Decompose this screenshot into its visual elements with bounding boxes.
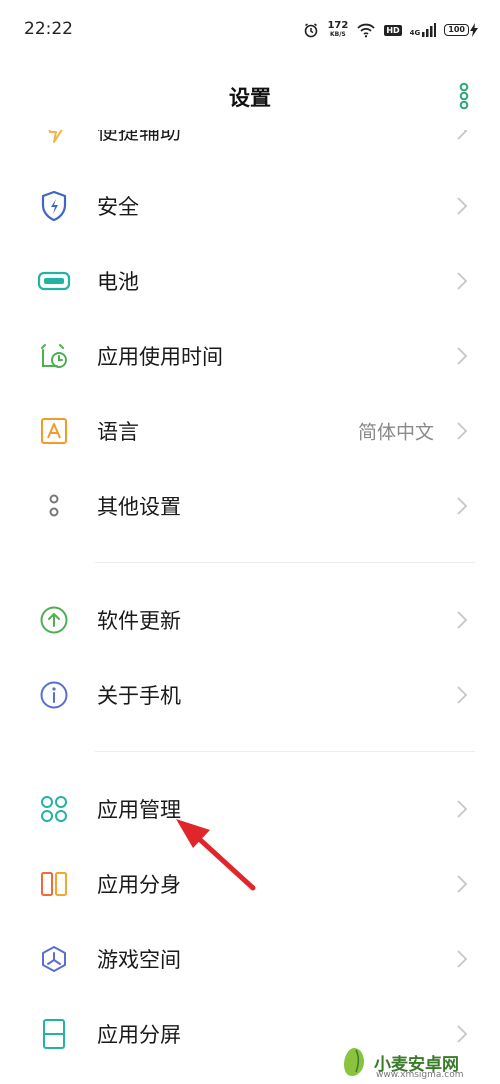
watermark-url: www.xmsigma.com xyxy=(376,1070,464,1080)
annotation-arrow xyxy=(176,819,256,891)
